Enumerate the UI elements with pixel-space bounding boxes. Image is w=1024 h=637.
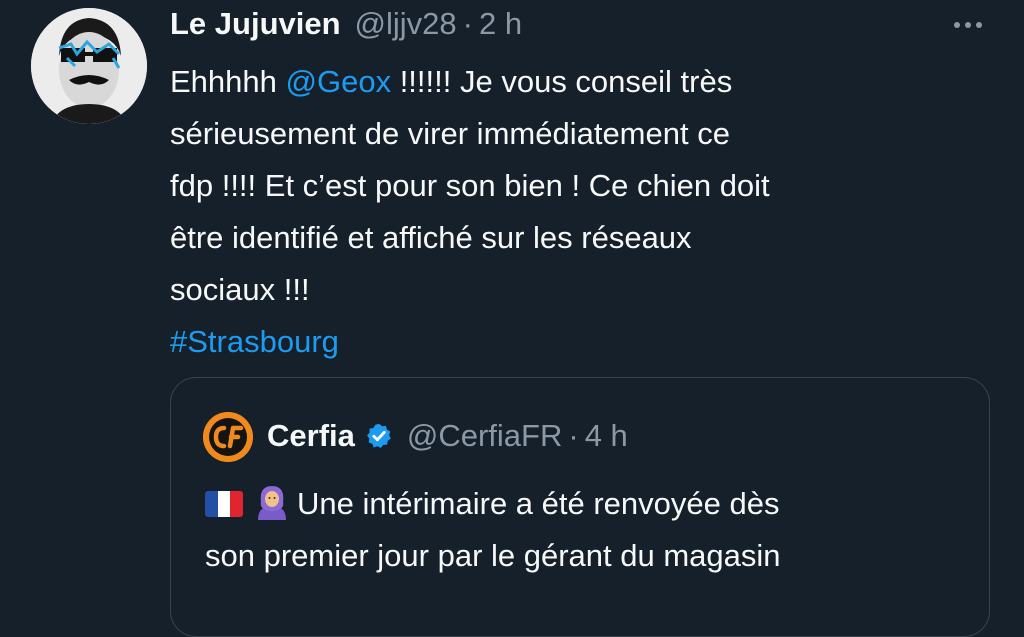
- separator-dot: ·: [462, 6, 473, 41]
- tweet-text: Ehhhhh @Geox !!!!!! Je vous conseil très…: [170, 56, 950, 368]
- quoted-text-line-1: Une intérimaire a été renvoyée dès: [297, 486, 780, 521]
- quoted-tweet-header: Cerfia @CerfiaFR · 4 h: [267, 418, 628, 454]
- tweet-text-prefix: Ehhhhh: [170, 64, 286, 99]
- author-avatar[interactable]: [31, 8, 147, 124]
- tweet-line: sociaux !!!: [170, 272, 310, 307]
- hashtag-link[interactable]: #Strasbourg: [170, 316, 950, 368]
- quoted-author-handle[interactable]: @CerfiaFR: [407, 418, 562, 454]
- tweet-line: Ehhhhh @Geox !!!!!! Je vous conseil très: [170, 56, 950, 108]
- mention-link[interactable]: @Geox: [286, 64, 392, 99]
- quoted-author-display-name[interactable]: Cerfia: [267, 418, 355, 454]
- quoted-tweet[interactable]: Cerfia @CerfiaFR · 4 h Une intérimaire a…: [170, 377, 990, 637]
- tweet-text-suffix: !!!!!! Je vous conseil très: [391, 64, 733, 99]
- tweet-line: sérieusement de virer immédiatement ce: [170, 116, 730, 151]
- tweet-timestamp[interactable]: 2 h: [479, 6, 522, 42]
- author-display-name[interactable]: Le Jujuvien: [170, 6, 341, 42]
- quoted-tweet-text: Une intérimaire a été renvoyée dès son p…: [205, 478, 975, 582]
- quoted-tweet-line: Une intérimaire a été renvoyée dès: [205, 478, 975, 530]
- tweet-header: Le Jujuvien @ljjv28 · 2 h: [170, 6, 522, 46]
- quoted-tweet-timestamp[interactable]: 4 h: [585, 418, 628, 454]
- tweet[interactable]: Le Jujuvien @ljjv28 · 2 h Ehhhhh @Geox !…: [0, 0, 1024, 637]
- more-options-icon[interactable]: [944, 10, 992, 40]
- author-handle[interactable]: @ljjv28: [355, 6, 457, 42]
- tweet-line: être identifié et affiché sur les réseau…: [170, 220, 692, 255]
- french-flag-icon: [205, 491, 243, 517]
- quoted-author-avatar[interactable]: [203, 412, 253, 462]
- quoted-tweet-line: son premier jour par le gérant du magasi…: [205, 538, 781, 573]
- verified-badge-icon: [366, 423, 391, 448]
- tweet-line: fdp !!!! Et c’est pour son bien ! Ce chi…: [170, 168, 770, 203]
- separator-dot: ·: [568, 418, 579, 453]
- person-with-headscarf-icon: [258, 486, 286, 520]
